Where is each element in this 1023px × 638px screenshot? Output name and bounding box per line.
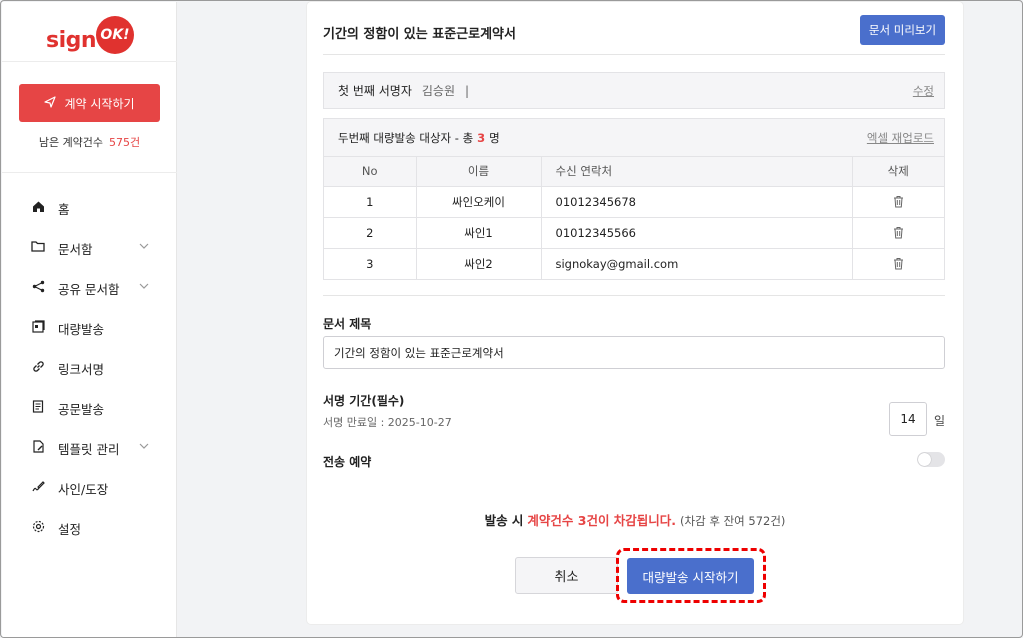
cell-contact: 01012345678 [541,186,853,218]
notice-remaining: (차감 후 잔여 572건) [680,514,786,528]
gear-icon [30,520,46,537]
document-preview-button[interactable]: 문서 미리보기 [860,15,945,45]
remaining-contracts: 남은 계약건수 575건 [2,134,177,150]
remaining-label: 남은 계약건수 [38,136,104,149]
cell-name: 싸인2 [416,248,542,279]
divider [323,295,945,296]
sidebar-item-templates[interactable]: 템플릿 관리 [2,428,177,468]
sidebar-item-label: 설정 [58,521,82,537]
folder-icon [30,240,46,256]
chevron-down-icon[interactable] [139,241,149,252]
chevron-down-icon[interactable] [139,281,149,292]
table-row: 1 싸인오케이 01012345678 [324,186,944,218]
logo[interactable]: sign OK! [46,16,142,56]
first-signer-row: 첫 번째 서명자 김승원 | 수정 [323,72,945,109]
edit-link[interactable]: 수정 [913,83,934,99]
sidebar-item-label: 홈 [58,201,70,217]
sidebar-nav: 홈 문서함 공유 문서함 대량발송 링크서명 공문발송 템플릿 관리 사인/도장… [2,188,177,548]
recipients-table: No 이름 수신 연락처 삭제 1 싸인오케이 01012345678 2 싸인… [324,157,944,279]
sign-period-days-input[interactable]: 14 [889,402,927,436]
sidebar-item-label: 템플릿 관리 [58,441,120,457]
start-contract-button[interactable]: 계약 시작하기 [19,84,160,122]
template-icon [30,439,46,457]
chevron-down-icon[interactable] [139,441,149,452]
first-signer-name: 김승원 [421,84,455,98]
app-window: sign OK! 계약 시작하기 남은 계약건수 575건 홈 문서함 공유 문… [0,0,1023,638]
sidebar-item-label: 사인/도장 [58,481,109,497]
remaining-count: 575건 [109,136,141,149]
document-name-label: 문서 제목 [323,317,372,331]
sidebar-item-signature[interactable]: 사인/도장 [2,468,177,508]
sidebar-item-label: 링크서명 [58,361,105,377]
bulk-send-icon [30,319,46,337]
share-icon [30,280,46,297]
bulk-recipients-header: 두번째 대량발송 대상자 - 총 3 명 엑셀 재업로드 [324,119,944,157]
sidebar-item-link-sign[interactable]: 링크서명 [2,348,177,388]
delete-cell [852,217,944,249]
table-row: 3 싸인2 signokay@gmail.com [324,248,944,279]
sidebar-item-documents[interactable]: 문서함 [2,228,177,268]
bulk-send-form: 기간의 정함이 있는 표준근로계약서 문서 미리보기 첫 번째 서명자 김승원 … [307,2,963,624]
home-icon [30,200,46,217]
start-bulk-send-button[interactable]: 대량발송 시작하기 [627,558,754,594]
column-header-delete: 삭제 [852,157,944,187]
document-name-input[interactable]: 기간의 정함이 있는 표준근로계약서 [323,336,945,369]
days-unit: 일 [934,414,946,428]
cell-name: 싸인1 [416,217,542,249]
cell-no: 1 [324,186,417,218]
logo-badge: OK! [96,16,134,54]
column-header-name: 이름 [416,157,542,187]
logo-text: sign [46,28,97,53]
sidebar: sign OK! 계약 시작하기 남은 계약건수 575건 홈 문서함 공유 문… [2,2,177,637]
divider [323,54,945,55]
cell-contact: 01012345566 [541,217,853,249]
delete-cell [852,186,944,218]
sidebar-item-settings[interactable]: 설정 [2,508,177,548]
sidebar-item-label: 공문발송 [58,401,105,417]
sidebar-item-official-send[interactable]: 공문발송 [2,388,177,428]
sidebar-item-label: 공유 문서함 [58,281,120,297]
page-title: 기간의 정함이 있는 표준근로계약서 [323,27,516,42]
notice-prefix: 발송 시 [484,513,524,528]
table-header-row: No 이름 수신 연락처 삭제 [324,157,944,187]
bulk-title-suffix: 명 [489,130,500,145]
sidebar-item-shared-documents[interactable]: 공유 문서함 [2,268,177,308]
trash-icon[interactable] [893,226,904,238]
first-signer-label: 첫 번째 서명자 [338,84,412,98]
trash-icon[interactable] [893,257,904,270]
trash-icon[interactable] [893,195,904,207]
cell-name: 싸인오케이 [416,186,542,218]
sidebar-divider [2,61,177,62]
start-contract-label: 계약 시작하기 [64,96,135,111]
schedule-send-label: 전송 예약 [323,455,372,469]
cell-no: 3 [324,248,417,279]
schedule-send-toggle[interactable] [917,452,945,467]
cell-no: 2 [324,217,417,249]
notice-deduction: 계약건수 3건이 차감됩니다. [527,513,677,528]
bulk-recipients-panel: 두번째 대량발송 대상자 - 총 3 명 엑셀 재업로드 No 이름 수신 연락… [323,118,945,280]
sidebar-divider [2,172,177,173]
deduction-notice: 발송 시 계약건수 3건이 차감됩니다. (차감 후 잔여 572건) [307,510,963,529]
sign-expiry-date: 서명 만료일 : 2025-10-27 [323,416,452,429]
paper-plane-icon [44,95,57,111]
cell-contact: signokay@gmail.com [541,248,853,279]
column-header-contact: 수신 연락처 [541,157,853,187]
delete-cell [852,248,944,279]
bulk-title-prefix: 두번째 대량발송 대상자 - 총 [338,130,474,145]
sidebar-item-home[interactable]: 홈 [2,188,177,228]
sidebar-item-bulk-send[interactable]: 대량발송 [2,308,177,348]
signature-icon [30,480,46,497]
text-separator: | [465,83,470,98]
link-icon [30,360,46,377]
table-row: 2 싸인1 01012345566 [324,217,944,249]
document-icon [30,399,46,417]
sidebar-item-label: 대량발송 [58,321,105,337]
excel-reupload-link[interactable]: 엑셀 재업로드 [867,130,934,146]
sidebar-item-label: 문서함 [58,241,93,257]
sign-period-label: 서명 기간(필수) [323,394,405,408]
column-header-no: No [324,157,417,187]
recipient-count: 3 [477,130,486,145]
cancel-button[interactable]: 취소 [515,557,618,594]
